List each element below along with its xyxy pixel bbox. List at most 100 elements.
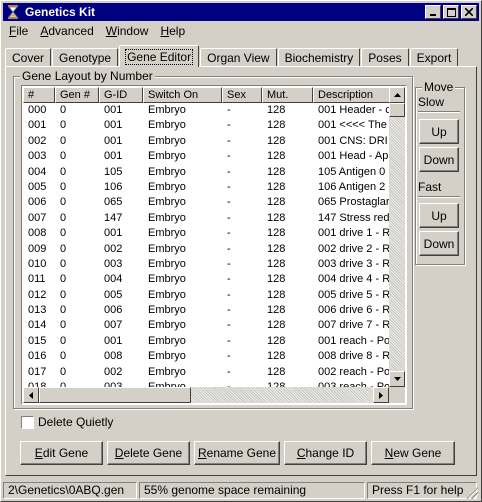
menu-advanced[interactable]: Advanced <box>34 24 99 38</box>
cell-gid: 001 <box>104 150 123 163</box>
column-sex[interactable]: Sex <box>222 87 262 103</box>
title-bar[interactable]: Genetics Kit <box>3 3 479 21</box>
table-row[interactable]: 005 0 106 Embryo - 128 106 Antigen 2 <box>23 180 405 195</box>
table-row[interactable]: 001 0 001 Embryo - 128 001 <<<< The <box>23 118 405 133</box>
tab-strip: Cover Genotype Gene Editor Organ View Bi… <box>5 45 459 67</box>
cell-gen: 0 <box>60 227 67 240</box>
delete-quietly-checkbox[interactable] <box>21 416 34 429</box>
horizontal-scroll-thumb[interactable] <box>39 387 191 403</box>
column-mut[interactable]: Mut. <box>262 87 313 103</box>
cell-mut: 128 <box>267 242 286 255</box>
tab-export[interactable]: Export <box>409 48 459 67</box>
cell-gid: 007 <box>104 319 123 332</box>
column-gen[interactable]: Gen # <box>55 87 99 103</box>
cell-sex: - <box>227 180 231 193</box>
maximize-button[interactable] <box>443 5 459 19</box>
fast-down-button[interactable]: Down <box>419 231 459 256</box>
menu-window[interactable]: Window <box>100 24 155 38</box>
menu-file[interactable]: File <box>3 24 34 38</box>
cell-gen: 0 <box>60 150 67 163</box>
cell-sex: - <box>227 150 231 163</box>
table-row[interactable]: 011 0 004 Embryo - 128 004 drive 4 - R <box>23 272 405 287</box>
column-switch-on[interactable]: Switch On <box>143 87 222 103</box>
vertical-scroll-thumb[interactable] <box>389 103 405 117</box>
delete-gene-button[interactable]: Delete Gene <box>107 441 190 465</box>
delete-quietly-label[interactable]: Delete Quietly <box>38 415 113 429</box>
cell-switch-on: Embryo <box>148 350 186 363</box>
cell-mut: 128 <box>267 288 286 301</box>
scroll-down-arrow-icon[interactable] <box>389 371 405 387</box>
scroll-corner <box>389 387 405 403</box>
minimize-button[interactable] <box>425 5 441 19</box>
table-row[interactable]: 015 0 001 Embryo - 128 001 reach - Po <box>23 334 405 349</box>
cell-sex: - <box>227 196 231 209</box>
cell-switch-on: Embryo <box>148 304 186 317</box>
column-description[interactable]: Description <box>313 87 395 103</box>
edit-gene-button[interactable]: Edit Gene <box>20 441 103 465</box>
status-bar: 2\Genetics\0ABQ.gen 55% genome space rem… <box>3 482 479 500</box>
column-number[interactable]: # <box>23 87 55 103</box>
cell-gid: 005 <box>104 288 123 301</box>
vertical-scrollbar[interactable] <box>389 87 405 387</box>
cell-mut: 128 <box>267 273 286 286</box>
cell-switch-on: Embryo <box>148 134 186 147</box>
table-row[interactable]: 002 0 001 Embryo - 128 001 CNS: DRI <box>23 134 405 149</box>
cell-number: 011 <box>28 273 46 286</box>
cell-gid: 106 <box>104 180 123 193</box>
cell-description: 001 reach - Po <box>318 334 391 347</box>
cell-number: 014 <box>28 319 47 332</box>
main-window: Genetics Kit File Advanced Window Help C… <box>0 0 482 502</box>
table-row[interactable]: 010 0 003 Embryo - 128 003 drive 3 - R <box>23 257 405 272</box>
cell-description: 006 drive 6 - R <box>318 304 391 317</box>
table-row[interactable]: 013 0 006 Embryo - 128 006 drive 6 - R <box>23 303 405 318</box>
resize-grip-icon[interactable] <box>466 487 478 499</box>
scroll-left-arrow-icon[interactable] <box>23 387 39 403</box>
horizontal-scrollbar[interactable] <box>23 387 389 403</box>
table-row[interactable]: 006 0 065 Embryo - 128 065 Prostaglar <box>23 195 405 210</box>
scroll-up-arrow-icon[interactable] <box>389 87 405 103</box>
close-button[interactable] <box>461 5 477 19</box>
new-gene-button[interactable]: New Gene <box>371 441 455 465</box>
cell-sex: - <box>227 104 231 116</box>
table-row[interactable]: 016 0 008 Embryo - 128 008 drive 8 - R <box>23 349 405 364</box>
table-row[interactable]: 017 0 002 Embryo - 128 002 reach - Po <box>23 365 405 380</box>
table-row[interactable]: 000 0 001 Embryo -128 001 Header - c <box>23 103 405 118</box>
cell-mut: 128 <box>267 257 286 270</box>
table-row[interactable]: 007 0 147 Embryo - 128 147 Stress red <box>23 211 405 226</box>
change-id-button[interactable]: Change ID <box>284 441 367 465</box>
cell-sex: - <box>227 242 231 255</box>
table-row[interactable]: 009 0 002 Embryo - 128 002 drive 2 - R <box>23 242 405 257</box>
cell-gid: 004 <box>104 273 123 286</box>
tab-cover[interactable]: Cover <box>5 48 52 67</box>
cell-gid: 065 <box>104 196 123 209</box>
slow-separator <box>418 111 460 113</box>
tab-poses[interactable]: Poses <box>361 48 409 67</box>
gene-list[interactable]: # Gen # G-ID Switch On Sex Mut. Descript… <box>21 85 407 405</box>
cell-switch-on: Embryo <box>148 365 186 378</box>
cell-switch-on: Embryo <box>148 319 186 332</box>
tab-gene-editor[interactable]: Gene Editor <box>119 45 200 67</box>
fast-up-button[interactable]: Up <box>419 203 459 228</box>
fast-label: Fast <box>418 180 442 194</box>
cell-description: 065 Prostaglar <box>318 196 390 209</box>
column-gid[interactable]: G-ID <box>99 87 143 103</box>
cell-sex: - <box>227 119 231 132</box>
table-row[interactable]: 003 0 001 Embryo - 128 001 Head - Ap <box>23 149 405 164</box>
tab-organ-view[interactable]: Organ View <box>200 48 277 67</box>
cell-sex: - <box>227 350 231 363</box>
table-row[interactable]: 014 0 007 Embryo - 128 007 drive 7 - R <box>23 318 405 333</box>
cell-description: 106 Antigen 2 <box>318 180 386 193</box>
status-genome-space: 55% genome space remaining <box>139 482 365 499</box>
slow-up-button[interactable]: Up <box>419 119 459 144</box>
table-row[interactable]: 004 0 105 Embryo - 128 105 Antigen 0 <box>23 165 405 180</box>
cell-gid: 147 <box>104 211 123 224</box>
slow-down-button[interactable]: Down <box>419 147 459 172</box>
scroll-right-arrow-icon[interactable] <box>373 387 389 403</box>
rename-gene-button[interactable]: Rename Gene <box>194 441 280 465</box>
tab-biochemistry[interactable]: Biochemistry <box>277 48 361 67</box>
table-row[interactable]: 008 0 001 Embryo - 128 001 drive 1 - R <box>23 226 405 241</box>
cell-mut: 128 <box>267 365 286 378</box>
tab-genotype[interactable]: Genotype <box>52 48 119 67</box>
table-row[interactable]: 012 0 005 Embryo - 128 005 drive 5 - R <box>23 288 405 303</box>
menu-help[interactable]: Help <box>154 24 191 38</box>
